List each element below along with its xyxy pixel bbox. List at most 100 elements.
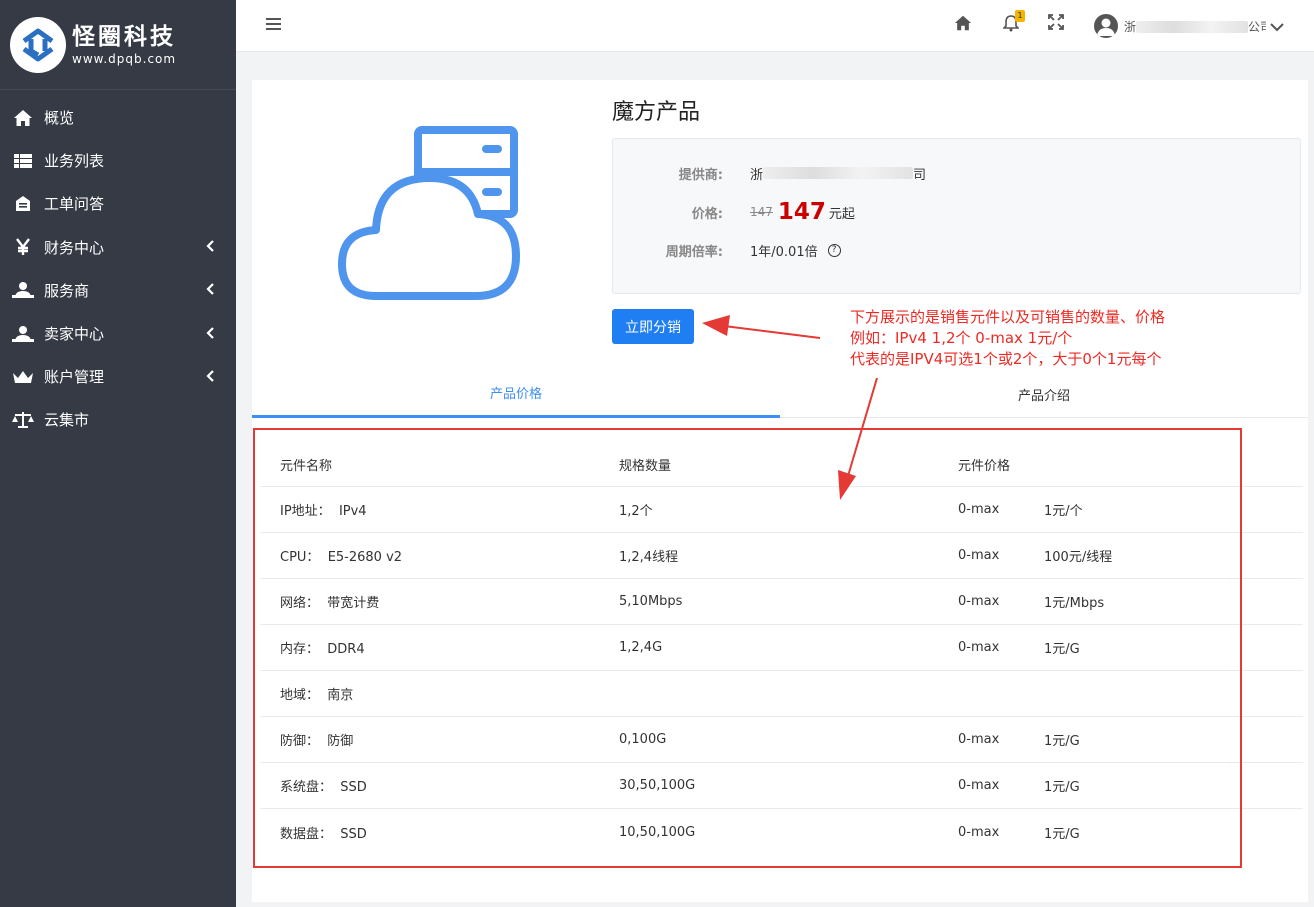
brand-logo[interactable]: 怪圈科技 www.dpqb.com xyxy=(0,0,236,90)
component-spec: 10,50,100G xyxy=(619,824,696,840)
component-spec: 30,50,100G xyxy=(619,778,696,793)
column-header: 元件名称 xyxy=(280,458,333,474)
price-row: 价格: 147 147 元起 xyxy=(613,199,1300,225)
distribute-button[interactable]: 立即分销 xyxy=(612,309,694,344)
chevron-left-icon xyxy=(206,368,214,386)
sidebar-item-cloud-market[interactable]: 云集市 xyxy=(0,398,236,441)
yen-icon xyxy=(12,237,34,257)
ticket-icon xyxy=(12,194,34,214)
component-range: 0-max xyxy=(958,594,1000,609)
cycle-label: 周期倍率: xyxy=(665,244,723,260)
tab-product-intro[interactable]: 产品介绍 xyxy=(780,370,1308,418)
component-name: 内存： DDR4 xyxy=(280,642,365,657)
sidebar-item-label: 业务列表 xyxy=(44,152,105,171)
sidebar-menu: 概览 业务列表 工单问答 财务中心 服务商 卖家中心 账户管理 云集市 xyxy=(0,96,236,442)
brand-subtitle: www.dpqb.com xyxy=(72,52,177,66)
column-header: 规格数量 xyxy=(619,458,672,474)
component-range: 0-max xyxy=(958,640,1000,655)
table-row: 内存： DDR4 1,2,4G 0-max 1元/G xyxy=(260,625,1303,671)
sidebar-item-label: 账户管理 xyxy=(44,368,105,387)
component-name: 数据盘： SSD xyxy=(280,826,367,842)
home-icon xyxy=(12,108,34,128)
table-row: 系统盘： SSD 30,50,100G 0-max 1元/G xyxy=(260,763,1303,809)
user-menu[interactable]: 浙公司 xyxy=(1094,12,1284,40)
sidebar-item-provider[interactable]: 服务商 xyxy=(0,269,236,312)
scale-icon xyxy=(12,410,34,430)
provider-icon xyxy=(12,280,34,300)
table-header: 元件名称 规格数量 元件价格 xyxy=(260,442,1303,487)
sidebar-item-seller-center[interactable]: 卖家中心 xyxy=(0,312,236,355)
sidebar-item-label: 财务中心 xyxy=(44,238,105,257)
table-row: 防御： 防御 0,100G 0-max 1元/G xyxy=(260,717,1303,763)
component-range: 0-max xyxy=(958,778,1000,793)
help-icon[interactable]: ? xyxy=(827,243,841,257)
component-table: 元件名称 规格数量 元件价格 IP地址： IPv4 1,2个 0-max 1元/… xyxy=(260,442,1303,855)
sidebar-item-label: 服务商 xyxy=(44,281,90,300)
component-range: 0-max xyxy=(958,502,1000,517)
provider-row: 提供商: 浙司 xyxy=(613,163,1300,183)
seller-icon xyxy=(12,324,34,344)
table-row: 网络： 带宽计费 5,10Mbps 0-max 1元/Mbps xyxy=(260,579,1303,625)
product-title: 魔方产品 xyxy=(612,100,701,125)
avatar xyxy=(1094,14,1118,38)
logo-icon xyxy=(10,16,66,73)
component-spec: 1,2,4线程 xyxy=(619,550,679,565)
cycle-row: 周期倍率: 1年/0.01倍 ? xyxy=(613,240,1300,260)
sidebar: 怪圈科技 www.dpqb.com 概览 业务列表 工单问答 财务中心 服务商 xyxy=(0,0,236,907)
component-price: 1元/Mbps xyxy=(1044,596,1105,611)
component-range: 0-max xyxy=(958,732,1000,747)
component-range: 0-max xyxy=(958,548,1000,563)
brand-title: 怪圈科技 xyxy=(72,24,176,50)
sidebar-item-account[interactable]: 账户管理 xyxy=(0,355,236,398)
component-price: 100元/线程 xyxy=(1044,550,1113,565)
notification-badge: 1 xyxy=(1015,10,1025,22)
sidebar-item-label: 卖家中心 xyxy=(44,325,105,344)
cloud-server-icon xyxy=(336,124,522,304)
sidebar-item-finance[interactable]: 财务中心 xyxy=(0,226,236,269)
component-name: 地域： 南京 xyxy=(280,688,354,703)
table-row: CPU： E5-2680 v2 1,2,4线程 0-max 100元/线程 xyxy=(260,533,1303,579)
sidebar-item-overview[interactable]: 概览 xyxy=(0,96,236,139)
price-unit: 元起 xyxy=(828,206,855,222)
annotation-line: 下方展示的是销售元件以及可销售的数量、价格 xyxy=(850,308,1166,326)
chevron-left-icon xyxy=(206,281,214,299)
chevron-left-icon xyxy=(206,325,214,343)
chevron-down-icon xyxy=(1270,17,1284,36)
annotation-line: 代表的是IPV4可选1个或2个，大于0个1元每个 xyxy=(850,350,1162,368)
home-icon[interactable] xyxy=(954,14,972,36)
price-value: 147 147 元起 xyxy=(750,199,855,225)
component-spec: 1,2,4G xyxy=(619,640,663,655)
redacted-text xyxy=(763,167,914,179)
component-price: 1元/G xyxy=(1044,826,1080,842)
component-name: 网络： 带宽计费 xyxy=(280,596,380,611)
table-row: 数据盘： SSD 10,50,100G 0-max 1元/G xyxy=(260,809,1303,855)
table-row: 地域： 南京 xyxy=(260,671,1303,717)
component-spec: 5,10Mbps xyxy=(619,594,683,609)
component-price: 1元/G xyxy=(1044,642,1080,657)
provider-label: 提供商: xyxy=(678,167,723,183)
menu-toggle-icon[interactable] xyxy=(266,16,282,35)
annotation-note: 下方展示的是销售元件以及可销售的数量、价格 例如：IPv4 1,2个 0-max… xyxy=(850,307,1165,370)
table-row: IP地址： IPv4 1,2个 0-max 1元/个 xyxy=(260,487,1303,533)
sidebar-item-tickets[interactable]: 工单问答 xyxy=(0,182,236,225)
tab-product-price[interactable]: 产品价格 xyxy=(252,370,780,418)
top-header: 1 浙公司 xyxy=(236,0,1314,52)
current-price: 147 xyxy=(777,199,826,225)
product-info-box: 提供商: 浙司 价格: 147 147 元起 周期倍率: 1年/0.01倍 ? xyxy=(612,138,1301,294)
column-header: 元件价格 xyxy=(958,458,1011,474)
component-price: 1元/G xyxy=(1044,734,1080,749)
bell-icon[interactable]: 1 xyxy=(1002,10,1025,36)
sidebar-item-business-list[interactable]: 业务列表 xyxy=(0,139,236,182)
fullscreen-icon[interactable] xyxy=(1048,14,1064,34)
component-price: 1元/G xyxy=(1044,780,1080,795)
cycle-value: 1年/0.01倍 ? xyxy=(750,241,841,260)
product-tabs: 产品价格 产品介绍 xyxy=(252,370,1308,418)
component-name: IP地址： IPv4 xyxy=(280,504,367,519)
component-name: CPU： E5-2680 v2 xyxy=(280,550,403,565)
component-range: 0-max xyxy=(958,824,1000,840)
component-name: 防御： 防御 xyxy=(280,734,354,749)
user-name: 浙公司 xyxy=(1124,19,1266,34)
product-detail-card: 魔方产品 提供商: 浙司 价格: 147 147 元起 周期倍率: 1年/0.0… xyxy=(252,80,1308,902)
sidebar-item-label: 概览 xyxy=(44,109,75,128)
original-price: 147 xyxy=(750,205,773,219)
